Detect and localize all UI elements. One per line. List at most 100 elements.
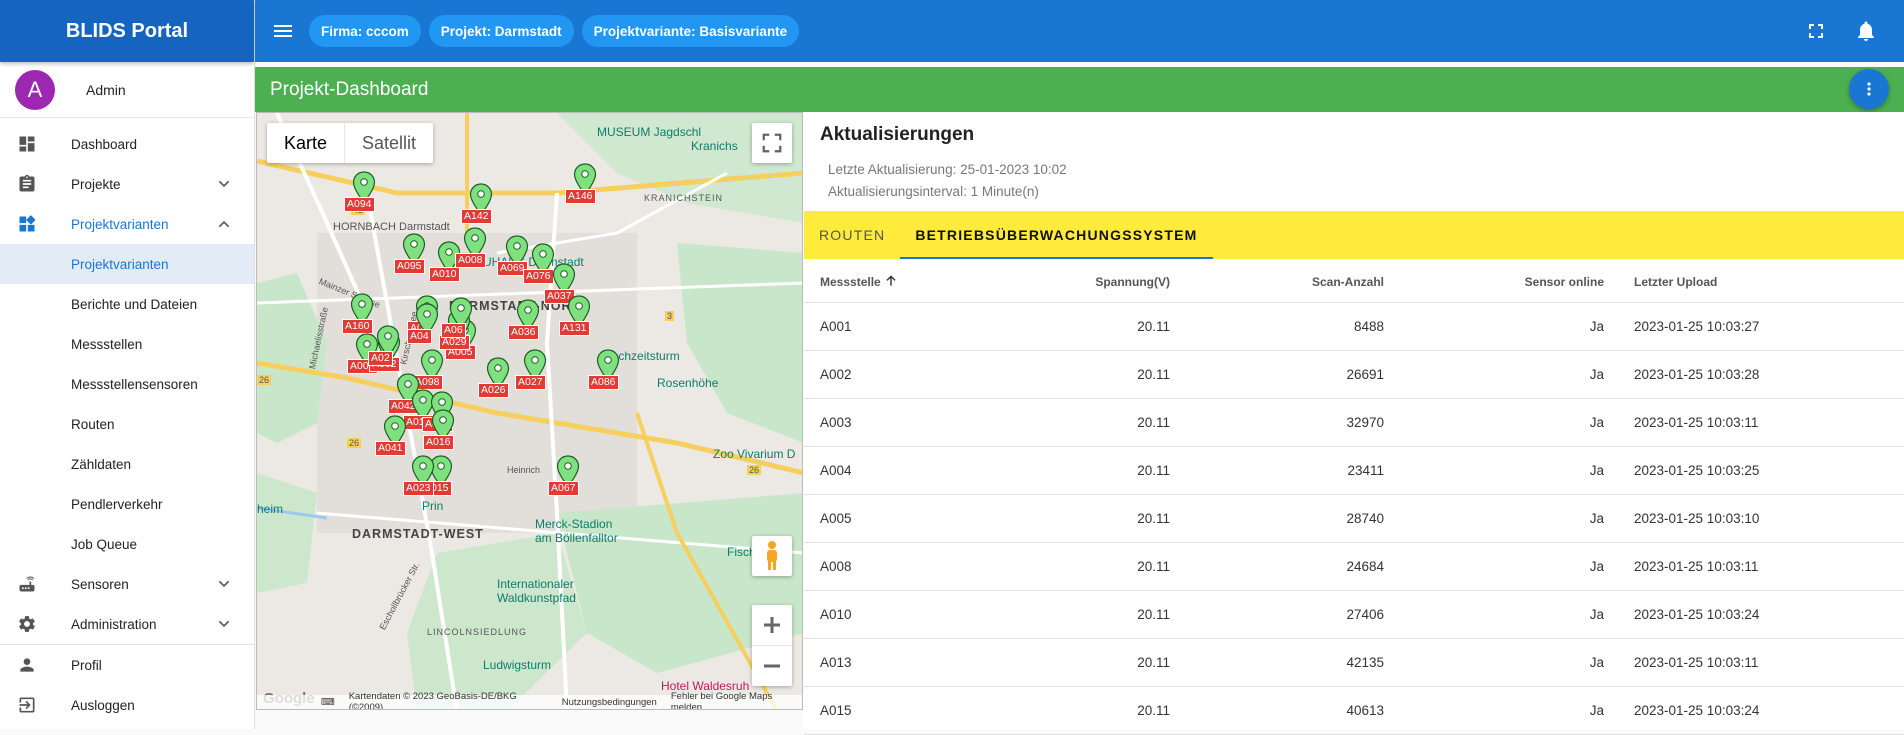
bell-icon[interactable] <box>1854 19 1878 43</box>
zoom-out-button[interactable] <box>752 646 792 686</box>
map-marker[interactable]: A06 <box>441 297 475 338</box>
map-marker[interactable]: A131 <box>559 295 593 336</box>
sidebar-item-ausloggen[interactable]: Ausloggen <box>0 685 254 725</box>
chip-projekt[interactable]: Projekt: Darmstadt <box>428 15 574 47</box>
map-marker[interactable]: A016 <box>423 409 457 450</box>
cell-scan-anzahl: 8488 <box>1170 302 1384 351</box>
sidebar-item-sensoren[interactable]: Sensoren <box>0 564 254 604</box>
map-marker[interactable]: A026 <box>478 357 512 398</box>
chevron-up-icon[interactable] <box>216 216 232 232</box>
menu-icon[interactable] <box>271 19 295 43</box>
top-actions <box>1804 0 1904 62</box>
cell-messstelle: A002 <box>804 350 974 399</box>
map-marker-label: A131 <box>559 321 590 336</box>
tab-routen[interactable]: ROUTEN <box>804 211 900 259</box>
cell-scan-anzahl: 28740 <box>1170 494 1384 543</box>
table-row[interactable]: A002 20.11 26691 Ja 2023-01-25 10:03:28 <box>804 350 1904 399</box>
sidebar-subitem-pendlerverkehr[interactable]: Pendlerverkehr <box>0 484 254 524</box>
road-badge-26: 26 <box>347 438 362 448</box>
sidebar-subitem-berichte[interactable]: Berichte und Dateien <box>0 284 254 324</box>
map-label-heim: heim <box>257 502 284 516</box>
zoom-in-button[interactable] <box>752 606 792 646</box>
user-block: A Admin <box>0 62 254 118</box>
table-row[interactable]: A015 20.11 40613 Ja 2023-01-25 10:03:24 <box>804 686 1904 735</box>
map-label-zoo: Zoo Vivarium D <box>713 447 796 461</box>
map-marker-label: A142 <box>461 209 492 224</box>
map-marker-label: A023 <box>403 481 434 496</box>
sidebar-item-profil[interactable]: Profil <box>0 645 254 685</box>
more-options-button[interactable] <box>1849 69 1889 109</box>
sidebar-item-label: Projektvarianten <box>71 216 169 232</box>
sidebar: BLIDS Portal A Admin Dashboard Projekte … <box>0 0 255 729</box>
map-marker[interactable]: A142 <box>461 183 495 224</box>
cell-sensor-online: Ja <box>1384 542 1604 591</box>
chevron-down-icon[interactable] <box>216 576 232 592</box>
map-marker[interactable]: A094 <box>344 171 378 212</box>
table-row[interactable]: A010 20.11 27406 Ja 2023-01-25 10:03:24 <box>804 590 1904 639</box>
column-header-messstelle[interactable]: Messstelle <box>804 262 974 303</box>
map-marker[interactable]: A041 <box>375 415 409 456</box>
keyboard-icon[interactable]: ⌨ <box>321 697 335 708</box>
map-report-link[interactable]: Fehler bei Google Maps melden <box>671 691 802 709</box>
map-marker[interactable]: A008 <box>455 227 489 268</box>
map-fullscreen-button[interactable] <box>752 123 792 163</box>
map-marker[interactable]: A04 <box>407 303 441 344</box>
tab-betriebsueberwachungssystem[interactable]: BETRIEBSÜBERWACHUNGSSYSTEM <box>900 211 1213 259</box>
sidebar-subitem-job-queue[interactable]: Job Queue <box>0 524 254 564</box>
map-label-rosenhoehe: Rosenhöhe <box>657 376 719 390</box>
sidebar-subitem-messstellen[interactable]: Messstellen <box>0 324 254 364</box>
cell-scan-anzahl: 23411 <box>1170 446 1384 495</box>
table-row[interactable]: A003 20.11 32970 Ja 2023-01-25 10:03:11 <box>804 398 1904 447</box>
pegman-button[interactable] <box>752 536 792 576</box>
sidebar-subitem-messstellensensoren[interactable]: Messstellensensoren <box>0 364 254 404</box>
map-marker[interactable]: A086 <box>588 349 622 390</box>
column-header-spannung[interactable]: Spannung(V) <box>974 262 1170 303</box>
sidebar-item-administration[interactable]: Administration <box>0 604 254 644</box>
widgets-icon <box>16 213 38 235</box>
sidebar-subitem-zaehldaten[interactable]: Zähldaten <box>0 444 254 484</box>
fullscreen-icon <box>762 133 782 153</box>
table-row[interactable]: A005 20.11 28740 Ja 2023-01-25 10:03:10 <box>804 494 1904 543</box>
cell-letzter-upload: 2023-01-25 10:03:11 <box>1604 638 1904 687</box>
sort-arrow-up-icon[interactable] <box>884 274 898 288</box>
map-marker[interactable]: A160 <box>342 293 376 334</box>
map-marker[interactable]: A02 <box>368 325 402 366</box>
sidebar-item-projekte[interactable]: Projekte <box>0 164 254 204</box>
map-marker[interactable]: A098 <box>412 349 446 390</box>
sidebar-item-dashboard[interactable]: Dashboard <box>0 124 254 164</box>
table-row[interactable]: A004 20.11 23411 Ja 2023-01-25 10:03:25 <box>804 446 1904 495</box>
table-row[interactable]: A001 20.11 8488 Ja 2023-01-25 10:03:27 <box>804 302 1904 351</box>
sidebar-subitem-routen[interactable]: Routen <box>0 404 254 444</box>
cell-messstelle: A015 <box>804 686 974 735</box>
column-header-scan-anzahl[interactable]: Scan-Anzahl <box>1170 262 1384 303</box>
map-terms-link[interactable]: Nutzungsbedingungen <box>562 697 657 708</box>
map-marker[interactable]: A027 <box>515 349 549 390</box>
cell-messstelle: A004 <box>804 446 974 495</box>
chevron-down-icon[interactable] <box>216 176 232 192</box>
map-marker[interactable]: A023 <box>403 455 437 496</box>
clipboard-icon <box>16 173 38 195</box>
map-marker[interactable]: A036 <box>508 299 542 340</box>
chip-firma[interactable]: Firma: cccom <box>309 15 421 47</box>
map-view[interactable]: MUSEUM Jagdschl Kranichs KRANICHSTEIN HO… <box>256 112 803 710</box>
map-marker[interactable]: A095 <box>394 233 428 274</box>
sidebar-subitem-projektvarianten[interactable]: Projektvarianten <box>0 244 254 284</box>
table-row[interactable]: A008 20.11 24684 Ja 2023-01-25 10:03:11 <box>804 542 1904 591</box>
map-attribution: Kartendaten © 2023 GeoBasis-DE/BKG (©200… <box>348 691 517 710</box>
map-type-karte-button[interactable]: Karte <box>267 123 346 163</box>
map-marker[interactable]: A146 <box>565 163 599 204</box>
minus-icon <box>764 664 780 667</box>
updates-title: Aktualisierungen <box>820 124 975 145</box>
map-marker[interactable]: A067 <box>548 455 582 496</box>
table-row[interactable]: A013 20.11 42135 Ja 2023-01-25 10:03:11 <box>804 638 1904 687</box>
fullscreen-icon[interactable] <box>1804 19 1828 43</box>
column-header-letzter-upload[interactable]: Letzter Upload <box>1604 262 1904 303</box>
chip-projektvariante[interactable]: Projektvariante: Basisvariante <box>581 15 800 47</box>
column-header-sensor-online[interactable]: Sensor online <box>1384 262 1604 303</box>
map-marker-label: A076 <box>523 269 554 284</box>
avatar[interactable]: A <box>15 69 55 110</box>
sidebar-item-projektvarianten[interactable]: Projektvarianten <box>0 204 254 244</box>
chevron-down-icon[interactable] <box>216 616 232 632</box>
map-type-satellit-button[interactable]: Satellit <box>345 123 433 163</box>
road-badge-3: 3 <box>665 311 675 321</box>
